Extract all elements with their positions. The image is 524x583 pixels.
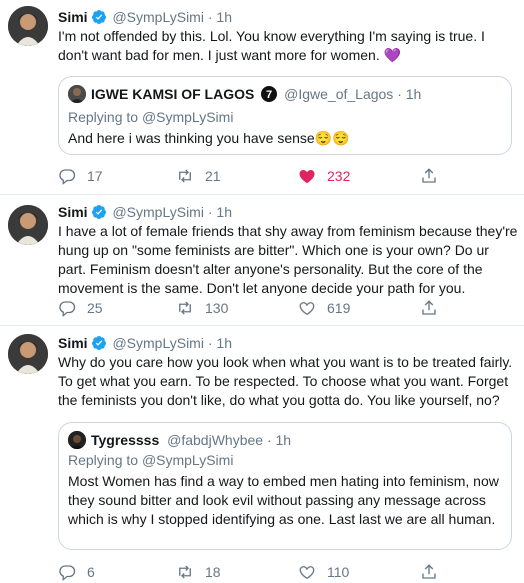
retweet-count: 130 <box>205 300 229 316</box>
quote-handle: @Igwe_of_Lagos <box>284 86 394 102</box>
handle[interactable]: @SympLySimi <box>112 204 204 220</box>
tweet-text: I have a lot of female friends that shy … <box>58 223 518 296</box>
tweet-actions: 25 130 619 <box>58 298 458 318</box>
quote-display-name: IGWE KAMSI OF LAGOS <box>91 86 255 102</box>
tweet[interactable]: Simi @SympLySimi · 1h I have a lot of fe… <box>0 195 524 326</box>
tweet[interactable]: Simi @SympLySimi · 1h I'm not offended b… <box>0 0 524 195</box>
quoted-tweet[interactable]: IGWE KAMSI OF LAGOS 7 @Igwe_of_Lagos · 1… <box>58 76 512 155</box>
number-badge-icon: 7 <box>261 86 278 102</box>
reply-button[interactable]: 25 <box>58 298 103 318</box>
share-button[interactable] <box>420 562 449 582</box>
quote-avatar <box>68 85 86 103</box>
like-count: 110 <box>327 564 350 580</box>
tweet-actions: 17 21 232 <box>58 166 458 186</box>
retweet-button[interactable]: 130 <box>176 298 228 318</box>
display-name[interactable]: Simi <box>58 9 88 25</box>
share-button[interactable] <box>420 298 449 318</box>
share-icon <box>422 300 436 315</box>
timestamp[interactable]: 1h <box>216 9 232 25</box>
reply-count: 17 <box>87 168 103 184</box>
quote-badge: 7 <box>266 89 272 101</box>
quote-timestamp: 1h <box>275 432 292 448</box>
like-count: 619 <box>327 300 351 316</box>
tweet-header: Simi @SympLySimi · 1h <box>58 204 232 220</box>
quote-avatar <box>68 431 86 449</box>
share-icon <box>422 564 436 579</box>
avatar[interactable] <box>8 334 48 374</box>
avatar[interactable] <box>8 6 48 46</box>
quote-header: Tygressss @fabdjWhybee · 1h <box>68 431 291 449</box>
quote-display-name: Tygressss <box>91 432 160 448</box>
replying-to-handle[interactable]: @SympLySimi <box>142 452 234 468</box>
quote-header: IGWE KAMSI OF LAGOS 7 @Igwe_of_Lagos · 1… <box>68 85 421 103</box>
retweet-button[interactable]: 18 <box>176 562 221 582</box>
reply-button[interactable]: 6 <box>58 562 95 582</box>
timestamp[interactable]: 1h <box>216 335 232 351</box>
like-count: 232 <box>327 168 351 184</box>
verified-badge-icon <box>91 205 106 219</box>
quote-handle: @fabdjWhybee <box>167 432 264 448</box>
tweet-header: Simi @SympLySimi · 1h <box>58 9 232 25</box>
tweet-text: Why do you care how you look when what y… <box>58 354 513 408</box>
display-name[interactable]: Simi <box>58 335 88 351</box>
quote-timestamp: 1h <box>405 86 422 102</box>
reply-icon <box>59 565 76 581</box>
heart-icon <box>299 302 315 316</box>
quote-text: And here i was thinking you have sense😌😌 <box>68 130 350 146</box>
retweet-icon <box>179 169 191 183</box>
timestamp[interactable]: 1h <box>216 204 232 220</box>
handle[interactable]: @SympLySimi <box>112 335 204 351</box>
tweet-header: Simi @SympLySimi · 1h <box>58 335 232 351</box>
share-button[interactable] <box>420 166 449 186</box>
like-button[interactable]: 110 <box>298 562 349 582</box>
reply-count: 25 <box>87 300 103 316</box>
display-name[interactable]: Simi <box>58 204 88 220</box>
tweet[interactable]: Simi @SympLySimi · 1h Why do you care ho… <box>0 326 524 583</box>
replying-to: Replying to @SympLySimi <box>68 109 234 125</box>
retweet-icon <box>179 301 191 315</box>
handle[interactable]: @SympLySimi <box>112 9 204 25</box>
reply-icon <box>59 169 76 185</box>
quote-text: Most Women has find a way to embed men h… <box>68 473 499 527</box>
like-button[interactable]: 232 <box>298 166 350 186</box>
tweet-actions: 6 18 110 <box>58 562 458 582</box>
replying-to: Replying to @SympLySimi <box>68 452 234 468</box>
retweet-icon <box>179 565 191 579</box>
verified-badge-icon <box>91 336 106 350</box>
replying-to-handle[interactable]: @SympLySimi <box>142 109 234 125</box>
retweet-button[interactable]: 21 <box>176 166 221 186</box>
heart-icon <box>299 566 315 580</box>
reply-button[interactable]: 17 <box>58 166 103 186</box>
verified-badge-icon <box>91 10 106 24</box>
tweet-text: I'm not offended by this. Lol. You know … <box>58 28 485 63</box>
retweet-count: 18 <box>205 564 221 580</box>
reply-count: 6 <box>87 564 95 580</box>
reply-icon <box>59 301 76 317</box>
heart-icon <box>299 170 315 184</box>
like-button[interactable]: 619 <box>298 298 350 318</box>
share-icon <box>422 168 436 183</box>
retweet-count: 21 <box>205 168 221 184</box>
quoted-tweet[interactable]: Tygressss @fabdjWhybee · 1h Replying to … <box>58 422 512 550</box>
avatar[interactable] <box>8 205 48 245</box>
